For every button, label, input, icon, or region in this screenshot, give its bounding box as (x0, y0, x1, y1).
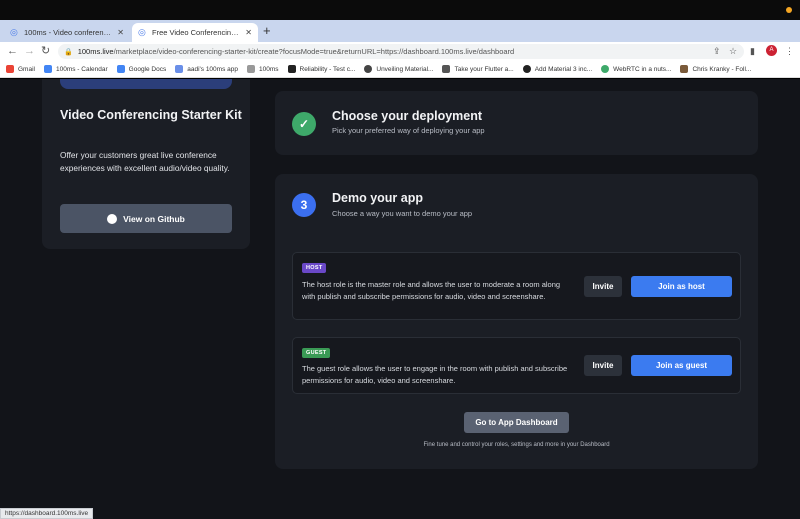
folder-icon (246, 65, 255, 73)
github-icon (522, 65, 531, 73)
bookmark-item[interactable]: Google Docs (116, 65, 166, 73)
more-menu-icon[interactable]: ⋮ (785, 46, 794, 57)
step-title: Demo your app (332, 191, 423, 205)
guest-role-card: GUEST The guest role allows the user to … (292, 337, 741, 394)
bookmark-item[interactable]: WebRTC in a nuts... (601, 65, 671, 73)
invite-guest-button[interactable]: Invite (584, 355, 622, 376)
docs-icon (116, 65, 125, 73)
kit-banner-image (60, 79, 232, 89)
tab-title: Free Video Conferencing Starte (152, 28, 241, 37)
close-icon[interactable]: ✕ (117, 28, 124, 37)
step-subtitle: Choose a way you want to demo your app (332, 209, 473, 218)
notion-icon (287, 65, 296, 73)
host-role-card: HOST The host role is the master role an… (292, 252, 741, 320)
view-on-github-button[interactable]: View on Github (60, 204, 232, 233)
kit-description: Offer your customers great live conferen… (60, 150, 230, 173)
bookmark-item[interactable]: Add Material 3 inc... (522, 65, 592, 73)
close-icon[interactable]: ✕ (245, 28, 252, 37)
url-path: /marketplace/video-conferencing-starter-… (113, 47, 515, 56)
new-tab-button[interactable]: + (263, 23, 271, 39)
blog-icon (680, 65, 689, 73)
tab-strip: ◎ 100ms - Video conferencing a ✕ ◎ Free … (0, 20, 800, 42)
tab-starter-kit[interactable]: ◎ Free Video Conferencing Starte ✕ (132, 23, 258, 42)
tab-title: 100ms - Video conferencing a (24, 28, 114, 37)
medium-icon (364, 65, 373, 73)
invite-host-button[interactable]: Invite (584, 276, 622, 297)
url-host: 100ms.live (77, 47, 114, 56)
host-description: The host role is the master role and all… (302, 280, 561, 301)
bookmark-item[interactable]: Gmail (6, 65, 35, 73)
github-icon (107, 213, 118, 224)
gmail-icon (6, 65, 14, 73)
kit-title: Video Conferencing Starter Kit (60, 108, 242, 122)
bookmark-item[interactable]: Unveiling Material... (364, 65, 433, 73)
app-icon (175, 65, 184, 73)
bookmark-item[interactable]: Take your Flutter a... (442, 65, 514, 73)
bookmark-item[interactable]: 100ms - Calendar (43, 65, 108, 73)
share-icon[interactable]: ⇪ (713, 46, 721, 57)
github-button-label: View on Github (123, 213, 185, 224)
join-as-host-button[interactable]: Join as host (631, 276, 732, 297)
page-content: Video Conferencing Starter Kit Offer you… (0, 79, 800, 519)
go-to-dashboard-button[interactable]: Go to App Dashboard (464, 412, 569, 433)
bookmark-item[interactable]: 100ms (246, 65, 279, 73)
guest-description: The guest role allows the user to engage… (302, 364, 568, 385)
dashboard-note: Fine tune and control your roles, settin… (423, 442, 610, 448)
host-badge: HOST (302, 263, 327, 273)
status-bar-url: https://dashboard.100ms.live (0, 508, 94, 519)
avatar[interactable]: A (766, 45, 777, 56)
bookmark-item[interactable]: Reliability - Test c... (287, 65, 355, 73)
100ms-favicon-icon: ◎ (10, 27, 18, 37)
status-dot (786, 7, 792, 13)
code-icon (442, 65, 451, 73)
step-subtitle: Pick your preferred way of deploying you… (332, 126, 485, 135)
calendar-icon (43, 65, 52, 73)
bookmark-item[interactable]: Chris Kranky - Foll... (680, 65, 751, 73)
step-title: Choose your deployment (332, 109, 483, 123)
step-demo-app: 3 Demo your app Choose a way you want to… (275, 174, 758, 469)
address-bar[interactable]: 🔒 100ms.live /marketplace/video-conferen… (58, 44, 744, 59)
100ms-favicon-icon: ◎ (138, 27, 146, 37)
lock-icon: 🔒 (64, 48, 73, 56)
join-as-guest-button[interactable]: Join as guest (631, 355, 732, 376)
check-icon: ✓ (292, 112, 316, 136)
browser-toolbar: ← → ↻ 🔒 100ms.live /marketplace/video-co… (0, 42, 800, 61)
bookmark-item[interactable]: aadi's 100ms app (175, 65, 238, 73)
screen: ◎ 100ms - Video conferencing a ✕ ◎ Free … (0, 0, 800, 519)
bookmarks-bar: Gmail 100ms - Calendar Google Docs aadi'… (0, 61, 800, 78)
tab-100ms-video-conferencing[interactable]: ◎ 100ms - Video conferencing a ✕ (4, 23, 130, 42)
bookmark-star-icon[interactable]: ☆ (729, 46, 737, 57)
guest-badge: GUEST (302, 348, 331, 358)
sidebar-icon[interactable]: ▮ (750, 46, 755, 57)
reload-icon[interactable]: ↻ (41, 44, 50, 58)
back-arrow-icon[interactable]: ← (7, 44, 18, 58)
step-choose-deployment: ✓ Choose your deployment Pick your prefe… (275, 91, 758, 155)
step-number: 3 (292, 193, 316, 217)
forward-arrow-icon[interactable]: → (24, 44, 35, 58)
menu-bar (0, 0, 800, 20)
webrtc-icon (601, 65, 610, 73)
starter-kit-card: Video Conferencing Starter Kit Offer you… (42, 79, 250, 249)
